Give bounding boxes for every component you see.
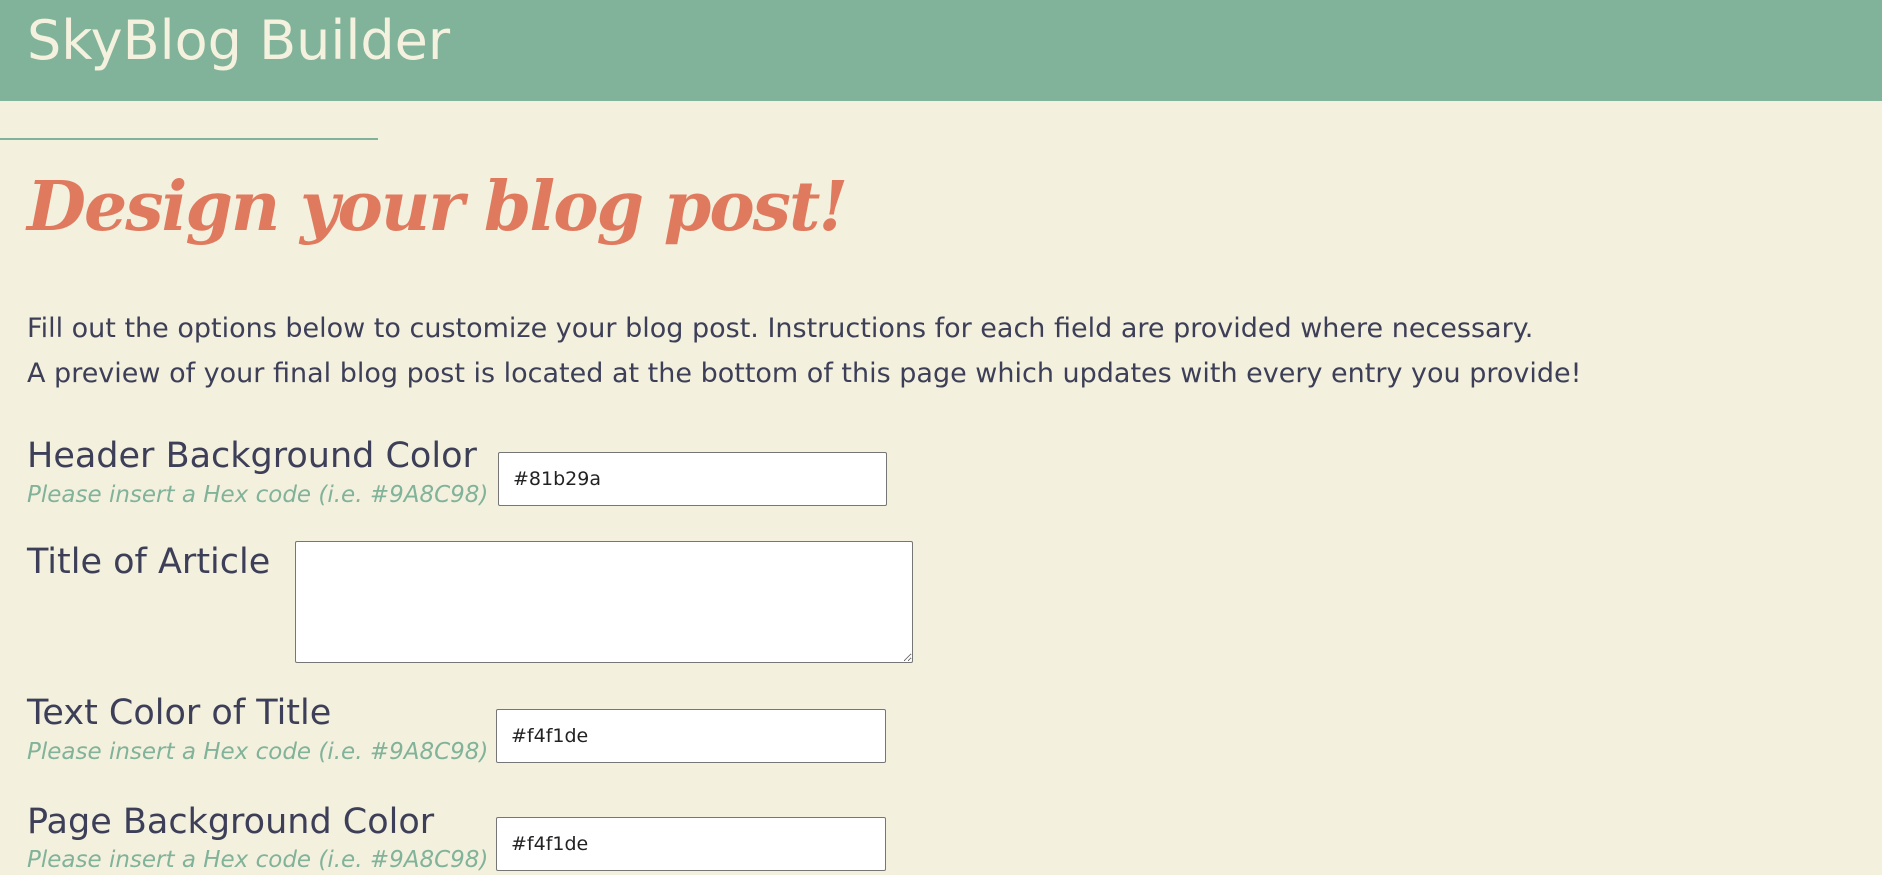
site-header: SkyBlog Builder — [0, 0, 1882, 101]
header-bg-color-label: Header Background Color — [27, 436, 477, 476]
page-bg-color-input[interactable] — [496, 817, 886, 871]
page-bg-color-label: Page Background Color — [27, 802, 435, 842]
title-text-color-label: Text Color of Title — [27, 693, 332, 733]
site-title: SkyBlog Builder — [27, 9, 451, 72]
title-text-color-input[interactable] — [496, 709, 886, 763]
header-bg-color-hint: Please insert a Hex code (i.e. #9A8C98) — [27, 482, 489, 508]
intro-text: Fill out the options below to customize … — [27, 306, 1581, 396]
title-of-article-textarea[interactable] — [295, 541, 913, 663]
intro-line-1: Fill out the options below to customize … — [27, 313, 1534, 344]
intro-line-2: A preview of your final blog post is loc… — [27, 358, 1582, 389]
section-divider — [0, 138, 378, 140]
page-headline: Design your blog post! — [27, 167, 848, 247]
title-text-color-hint: Please insert a Hex code (i.e. #9A8C98) — [27, 739, 489, 765]
title-of-article-label: Title of Article — [27, 542, 271, 582]
page-bg-color-hint: Please insert a Hex code (i.e. #9A8C98) — [27, 847, 489, 873]
header-bg-color-input[interactable] — [498, 452, 887, 506]
